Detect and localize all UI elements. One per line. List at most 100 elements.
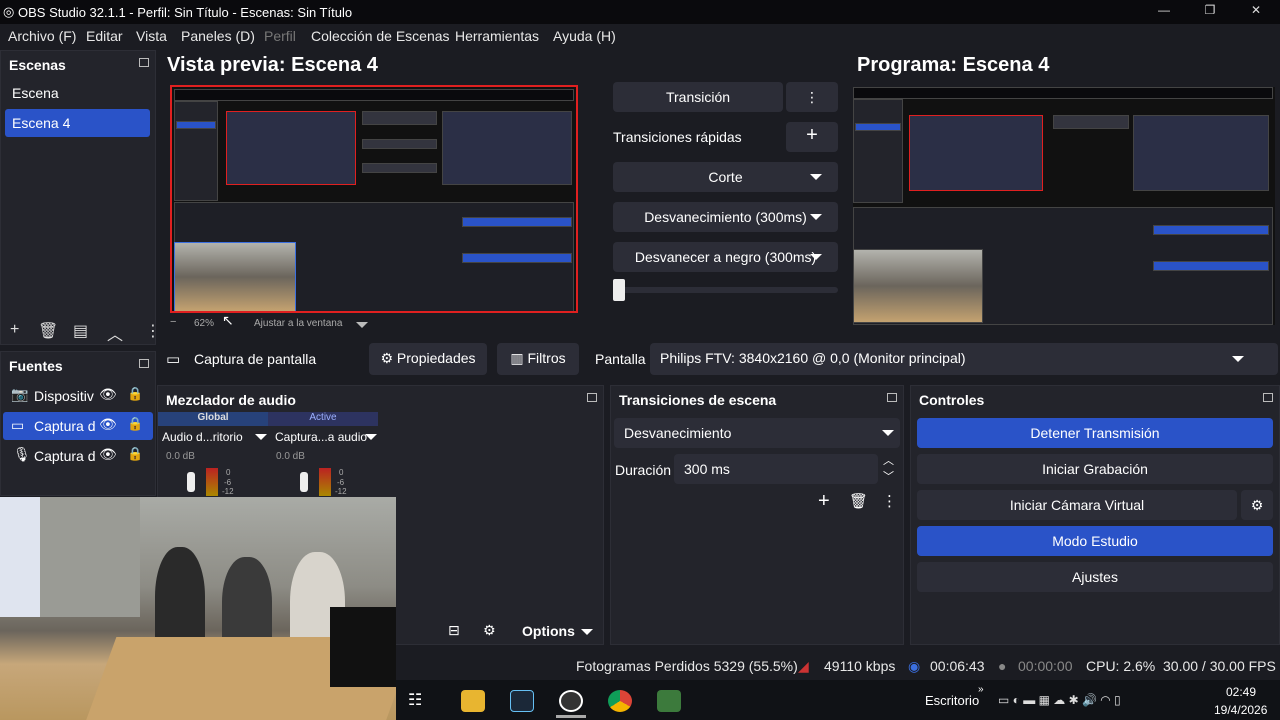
monitor-icon: ▭ xyxy=(166,351,181,368)
chevron-down-icon[interactable] xyxy=(365,434,377,440)
add-icon[interactable]: + xyxy=(10,321,19,339)
fps: 30.00 / 30.00 FPS xyxy=(1163,658,1276,674)
undock-icon[interactable] xyxy=(587,393,597,402)
trash-icon[interactable]: 🗑 xyxy=(849,492,868,510)
scene-item-selected[interactable]: Escena 4 xyxy=(5,109,150,137)
status-bar: Fotogramas Perdidos 5329 (55.5%) ◢ 49110… xyxy=(396,652,1280,680)
chevron-down-icon[interactable] xyxy=(356,322,368,328)
scene-transitions-title: Transiciones de escena xyxy=(619,392,777,408)
chevron-down-icon[interactable] xyxy=(810,214,822,220)
transition-slider[interactable] xyxy=(613,287,838,293)
chrome-icon[interactable] xyxy=(608,690,632,712)
folder-icon[interactable] xyxy=(461,690,485,712)
task-view-icon[interactable]: ☷ xyxy=(408,690,422,710)
display-select[interactable]: Philips FTV: 3840x2160 @ 0,0 (Monitor pr… xyxy=(650,343,1278,375)
lock-icon[interactable]: 🔒 xyxy=(127,446,143,462)
add-icon[interactable]: + xyxy=(818,490,830,513)
chevron-down-icon[interactable] xyxy=(882,430,894,436)
close-icon[interactable]: ✕ xyxy=(1244,3,1268,21)
lock-icon[interactable]: 🔒 xyxy=(127,386,143,402)
zoom-out-icon[interactable]: − xyxy=(170,316,176,328)
volume-slider[interactable] xyxy=(300,472,308,492)
filters-button[interactable]: ▥ Filtros xyxy=(497,343,579,375)
transition-button[interactable]: Transición xyxy=(613,82,783,112)
undock-icon[interactable] xyxy=(139,359,149,368)
menu-edit[interactable]: Editar xyxy=(86,28,123,44)
slider-handle[interactable] xyxy=(613,279,625,301)
mixer-channel-name: Captura...a audio xyxy=(275,430,368,444)
start-virtual-camera-button[interactable]: Iniciar Cámara Virtual xyxy=(917,490,1237,520)
stepper-down-icon[interactable]: ﹀ xyxy=(883,468,894,484)
restore-icon[interactable]: ❐ xyxy=(1198,3,1222,21)
source-item[interactable]: 📷 Dispositiv 👁 🔒 xyxy=(3,382,153,410)
more-icon[interactable]: ⋮ xyxy=(882,492,897,510)
quick-transition-label: Corte xyxy=(708,169,743,185)
desktop-label[interactable]: Escritorio xyxy=(925,693,979,708)
window-image xyxy=(40,497,140,617)
volume-slider[interactable] xyxy=(187,472,195,492)
studio-mode-button[interactable]: Modo Estudio xyxy=(917,526,1273,556)
chevron-icon[interactable]: » xyxy=(978,684,984,695)
undock-icon[interactable] xyxy=(1263,393,1273,402)
clock-time: 02:49 xyxy=(1226,685,1257,699)
settings-button[interactable]: Ajustes xyxy=(917,562,1273,592)
menu-file[interactable]: Archivo (F) xyxy=(8,28,76,44)
menu-docks[interactable]: Paneles (D) xyxy=(181,28,255,44)
active-indicator xyxy=(556,715,586,718)
monitor-image xyxy=(330,607,396,687)
source-item-selected[interactable]: ▭ Captura d 👁 🔒 xyxy=(3,412,153,440)
transition-select[interactable]: Desvanecimiento xyxy=(614,418,900,448)
duration-stepper[interactable]: 300 ms xyxy=(674,454,878,484)
tray-icons[interactable]: ▭ ◐ ▬ ▦ ☁ ✱ 🔊 ◠ ▯ xyxy=(998,693,1121,707)
filter-icon[interactable]: ▤ xyxy=(73,321,88,341)
quick-transition-item[interactable]: Desvanecimiento (300ms) xyxy=(613,202,838,232)
steam-icon[interactable] xyxy=(510,690,534,712)
quick-transitions-label: Transiciones rápidas xyxy=(613,129,742,145)
stop-streaming-button[interactable]: Detener Transmisión xyxy=(917,418,1273,448)
stepper-up-icon[interactable]: ︿ xyxy=(883,452,894,468)
source-label: Dispositiv xyxy=(34,388,94,404)
menu-tools[interactable]: Herramientas xyxy=(455,28,539,44)
gear-icon[interactable]: ⚙ xyxy=(1241,490,1273,520)
scene-item[interactable]: Escena xyxy=(5,79,150,107)
eye-icon[interactable]: 👁 xyxy=(99,386,117,403)
chevron-down-icon[interactable] xyxy=(1232,356,1244,362)
chevron-down-icon[interactable] xyxy=(810,254,822,260)
minimize-icon[interactable]: — xyxy=(1152,3,1176,21)
app-icon[interactable] xyxy=(657,690,681,712)
source-item[interactable]: 🎙 Captura d 👁 🔒 xyxy=(3,442,153,470)
zoom-level: 62% xyxy=(194,318,215,329)
chevron-down-icon[interactable] xyxy=(810,174,822,180)
up-icon[interactable]: ︿ xyxy=(107,321,123,345)
more-icon[interactable]: ⋮ xyxy=(145,321,161,341)
undock-icon[interactable] xyxy=(139,58,149,67)
mixer-db: 0.0 dB xyxy=(276,451,305,462)
menu-profile[interactable]: Perfil xyxy=(264,28,296,44)
preview-canvas[interactable] xyxy=(170,85,578,313)
menu-scene-collection[interactable]: Colección de Escenas xyxy=(311,28,450,44)
meter-scale-0: 0 xyxy=(339,468,344,477)
display-value: Philips FTV: 3840x2160 @ 0,0 (Monitor pr… xyxy=(660,350,966,366)
gear-icon[interactable]: ⚙ xyxy=(483,622,496,639)
quick-transition-item[interactable]: Desvanecer a negro (300ms) xyxy=(613,242,838,272)
more-icon[interactable]: ⋮ xyxy=(786,82,838,112)
menu-help[interactable]: Ayuda (H) xyxy=(553,28,616,44)
mouse-cursor-icon: ↖ xyxy=(222,312,234,328)
start-recording-button[interactable]: Iniciar Grabación xyxy=(917,454,1273,484)
eye-icon[interactable]: 👁 xyxy=(99,416,117,433)
chevron-down-icon[interactable] xyxy=(255,434,267,440)
quick-transition-item[interactable]: Corte xyxy=(613,162,838,192)
lock-icon[interactable]: 🔒 xyxy=(127,416,143,432)
eye-icon[interactable]: 👁 xyxy=(99,446,117,463)
undock-icon[interactable] xyxy=(887,393,897,402)
obs-icon[interactable] xyxy=(559,690,583,712)
properties-button[interactable]: ⚙ Propiedades xyxy=(369,343,487,375)
options-button[interactable]: Options xyxy=(522,623,575,639)
layout-icon[interactable]: ⊟ xyxy=(448,622,460,639)
bitrate: 49110 kbps xyxy=(824,658,896,674)
menu-view[interactable]: Vista xyxy=(136,28,167,44)
fit-window[interactable]: Ajustar a la ventana xyxy=(254,318,342,329)
trash-icon[interactable]: 🗑 xyxy=(38,321,58,341)
add-quick-transition-button[interactable]: + xyxy=(786,122,838,152)
chevron-down-icon[interactable] xyxy=(581,629,593,635)
